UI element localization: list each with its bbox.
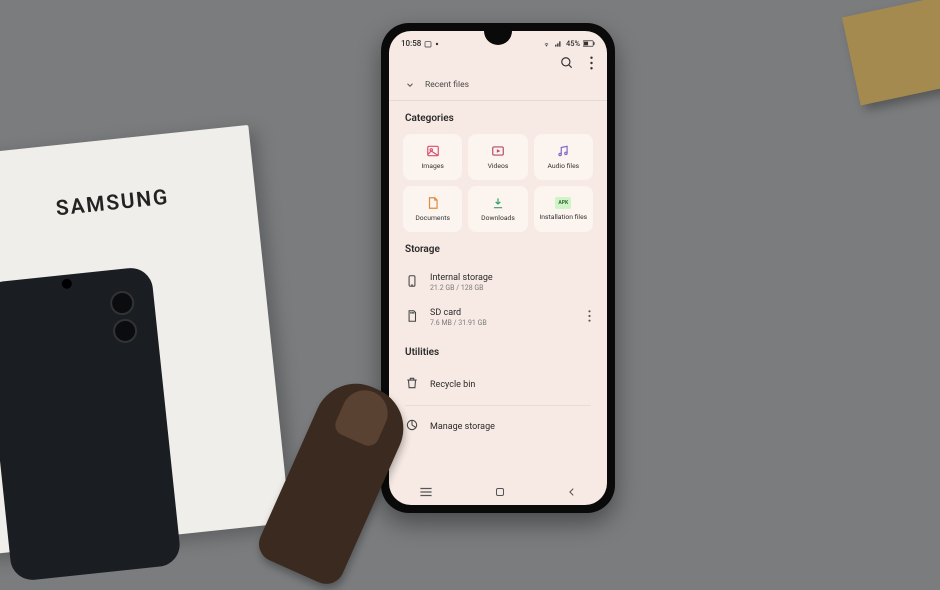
more-vert-icon — [590, 56, 593, 70]
nav-back-button[interactable] — [567, 486, 577, 501]
document-icon — [426, 196, 440, 210]
utility-manage-storage[interactable]: Manage storage — [389, 410, 607, 443]
apk-icon: APK — [555, 197, 571, 209]
storage-sdcard[interactable]: SD card 7.6 MB / 31.91 GB — [389, 300, 607, 335]
phone-icon — [405, 274, 419, 291]
signal-icon — [554, 40, 563, 48]
samsung-retail-box: SAMSUNG — [0, 125, 290, 555]
category-installation[interactable]: APK Installation files — [534, 186, 593, 232]
navigation-bar — [389, 481, 607, 505]
nav-home-button[interactable] — [494, 486, 506, 501]
category-label: Documents — [415, 214, 450, 222]
storage-label: SD card — [430, 308, 487, 318]
category-label: Images — [421, 162, 443, 170]
categories-title: Categories — [389, 101, 607, 134]
category-label: Videos — [488, 162, 509, 170]
search-icon — [560, 56, 574, 70]
wifi-icon — [542, 40, 551, 48]
utility-label: Manage storage — [430, 422, 495, 432]
app-header — [389, 52, 607, 76]
utility-recycle-bin[interactable]: Recycle bin — [389, 368, 607, 401]
search-button[interactable] — [560, 56, 574, 70]
battery-percent: 45% — [566, 39, 580, 48]
video-icon — [491, 144, 505, 158]
category-documents[interactable]: Documents — [403, 186, 462, 232]
calendar-icon — [424, 40, 432, 48]
category-label: Installation files — [539, 213, 587, 221]
chevron-down-icon — [405, 80, 415, 90]
recent-files-label: Recent files — [425, 80, 469, 90]
category-audio[interactable]: Audio files — [534, 134, 593, 180]
home-icon — [494, 486, 506, 498]
sdcard-more-button[interactable] — [588, 310, 591, 325]
phone-device: 10:58 45% Recent files — [381, 23, 615, 513]
audio-icon — [556, 144, 570, 158]
categories-grid: Images Videos Audio files Documents Down… — [389, 134, 607, 232]
utilities-title: Utilities — [389, 335, 607, 368]
status-time: 10:58 — [401, 39, 421, 48]
divider — [405, 405, 591, 406]
phone-screen: 10:58 45% Recent files — [389, 31, 607, 505]
storage-internal[interactable]: Internal storage 21.2 GB / 128 GB — [389, 265, 607, 300]
category-videos[interactable]: Videos — [468, 134, 527, 180]
category-downloads[interactable]: Downloads — [468, 186, 527, 232]
box-phone-render — [0, 266, 182, 582]
samsung-logo: SAMSUNG — [55, 186, 170, 222]
more-vert-icon — [588, 310, 591, 322]
sdcard-icon — [405, 309, 419, 326]
more-button[interactable] — [590, 56, 593, 70]
storage-sub: 7.6 MB / 31.91 GB — [430, 319, 487, 327]
category-images[interactable]: Images — [403, 134, 462, 180]
utility-label: Recycle bin — [430, 380, 475, 390]
recent-icon — [419, 486, 433, 498]
storage-title: Storage — [389, 232, 607, 265]
nav-recent-button[interactable] — [419, 486, 433, 501]
recent-files-row[interactable]: Recent files — [389, 76, 607, 101]
back-icon — [567, 486, 577, 498]
download-icon — [491, 196, 505, 210]
storage-label: Internal storage — [430, 273, 493, 283]
dot-icon — [435, 42, 439, 46]
trash-icon — [405, 376, 419, 393]
wooden-block — [842, 0, 940, 105]
storage-sub: 21.2 GB / 128 GB — [430, 284, 493, 292]
pie-icon — [405, 418, 419, 435]
battery-icon — [583, 40, 595, 47]
image-icon — [426, 144, 440, 158]
category-label: Downloads — [481, 214, 515, 222]
category-label: Audio files — [547, 162, 579, 170]
